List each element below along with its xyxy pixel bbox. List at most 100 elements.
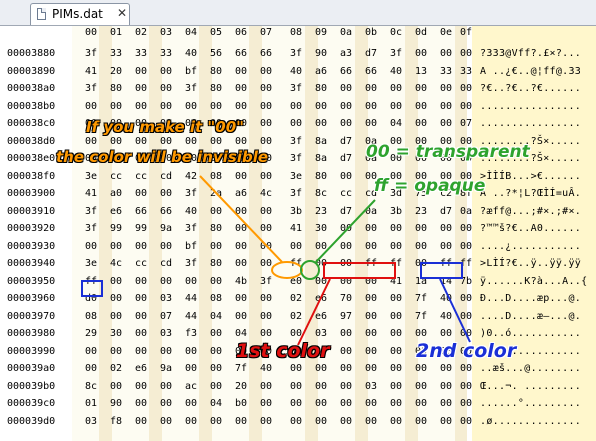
hex-byte[interactable]: 00 [290, 328, 306, 339]
hex-byte[interactable]: 00 [135, 381, 151, 392]
hex-byte[interactable]: 3f [260, 276, 276, 287]
hex-byte[interactable]: 00 [210, 101, 226, 112]
hex-byte[interactable]: ff [460, 258, 476, 269]
hex-byte[interactable]: 4b [235, 276, 251, 287]
hex-byte[interactable]: 02 [110, 363, 126, 374]
hex-byte[interactable]: 7f [415, 311, 431, 322]
hex-byte[interactable]: 3f [290, 48, 306, 59]
hex-byte[interactable]: 00 [415, 83, 431, 94]
hex-byte[interactable]: 3f [185, 83, 201, 94]
hex-byte[interactable]: 03 [160, 293, 176, 304]
hex-byte[interactable]: 00 [340, 363, 356, 374]
hex-byte[interactable]: 00 [365, 83, 381, 94]
hex-byte[interactable]: 00 [235, 223, 251, 234]
hex-byte[interactable]: 00 [415, 381, 431, 392]
hex-byte[interactable]: 3f [85, 223, 101, 234]
hex-byte[interactable]: ff [365, 258, 381, 269]
hex-byte[interactable]: 00 [460, 363, 476, 374]
hex-byte[interactable]: 41 [390, 276, 406, 287]
hex-byte[interactable]: 00 [235, 311, 251, 322]
hex-byte[interactable]: cd [160, 171, 176, 182]
hex-byte[interactable]: 00 [260, 206, 276, 217]
hex-byte[interactable]: 00 [460, 48, 476, 59]
hex-byte[interactable]: 80 [210, 66, 226, 77]
hex-byte[interactable]: 20 [110, 66, 126, 77]
hex-row[interactable]: 00003960 d0 00 00 03 44 08 00 00 02 e6 70 00 00 7f 40 00… [0, 291, 596, 308]
hex-row[interactable]: 000038b0 00 00 00 00 00 00 00 00 00 00 00 00 00 00 00 00… [0, 99, 596, 116]
close-icon[interactable]: ✕ [117, 6, 127, 20]
hex-byte[interactable]: 3e [85, 171, 101, 182]
hex-row[interactable]: 000039a0 00 02 e6 9a 00 00 7f 40 00 00 00 00 00 00 00 00… [0, 361, 596, 378]
hex-byte[interactable]: 04 [210, 398, 226, 409]
hex-byte[interactable]: 04 [210, 311, 226, 322]
hex-byte[interactable]: 00 [260, 416, 276, 427]
hex-byte[interactable]: 00 [365, 363, 381, 374]
hex-byte[interactable]: a0 [110, 188, 126, 199]
hex-byte[interactable]: 00 [235, 416, 251, 427]
hex-byte[interactable]: 00 [390, 398, 406, 409]
hex-byte[interactable]: 0a [365, 206, 381, 217]
hex-byte[interactable]: 00 [440, 381, 456, 392]
hex-editor[interactable]: 00 01 02 03 04 05 06 07 08 09 0a 0b 0c 0d 0e 0f 0000388… [0, 26, 596, 441]
hex-byte[interactable]: 66 [235, 48, 251, 59]
hex-byte[interactable]: 00 [460, 223, 476, 234]
hex-byte[interactable]: 3f [185, 223, 201, 234]
hex-byte[interactable]: 00 [85, 136, 101, 147]
hex-byte[interactable]: 97 [340, 311, 356, 322]
hex-byte[interactable]: 00 [290, 363, 306, 374]
hex-byte[interactable]: 3f [390, 48, 406, 59]
hex-byte[interactable]: 00 [110, 346, 126, 357]
hex-byte[interactable]: 66 [365, 66, 381, 77]
hex-byte[interactable]: 00 [185, 346, 201, 357]
hex-byte[interactable]: 1a [415, 276, 431, 287]
hex-byte[interactable]: a6 [315, 66, 331, 77]
hex-byte[interactable]: 00 [340, 223, 356, 234]
hex-byte[interactable]: 00 [135, 293, 151, 304]
hex-row[interactable]: 00003940 3e 4c cc cd 3f 80 00 00 ff 00 00 ff ff 00 ff ff… [0, 256, 596, 273]
hex-row[interactable]: 000038f0 3e cc cc cd 42 08 00 00 3e 80 00 00 00 00 00 00… [0, 169, 596, 186]
hex-byte[interactable]: 40 [440, 293, 456, 304]
hex-byte[interactable]: 00 [315, 363, 331, 374]
hex-byte[interactable]: 9a [160, 363, 176, 374]
hex-byte[interactable]: 03 [315, 328, 331, 339]
hex-byte[interactable]: 00 [340, 381, 356, 392]
hex-byte[interactable]: 00 [415, 258, 431, 269]
hex-byte[interactable]: 14 [440, 276, 456, 287]
hex-byte[interactable]: 00 [260, 398, 276, 409]
hex-byte[interactable]: 00 [210, 363, 226, 374]
hex-byte[interactable]: bf [185, 241, 201, 252]
hex-byte[interactable]: 00 [390, 381, 406, 392]
hex-byte[interactable]: 42 [185, 171, 201, 182]
hex-byte[interactable]: 23 [315, 206, 331, 217]
hex-byte[interactable]: e6 [315, 311, 331, 322]
hex-byte[interactable]: 4c [110, 258, 126, 269]
hex-byte[interactable]: 9a [160, 223, 176, 234]
hex-byte[interactable]: 66 [160, 206, 176, 217]
hex-byte[interactable]: 00 [210, 206, 226, 217]
hex-byte[interactable]: 00 [110, 293, 126, 304]
hex-byte[interactable]: 00 [290, 381, 306, 392]
hex-byte[interactable]: 0a [460, 206, 476, 217]
hex-byte[interactable]: 23 [415, 206, 431, 217]
hex-byte[interactable]: 33 [110, 48, 126, 59]
hex-byte[interactable]: 00 [160, 276, 176, 287]
hex-byte[interactable]: 80 [210, 223, 226, 234]
hex-byte[interactable]: 08 [210, 293, 226, 304]
hex-byte[interactable]: 00 [440, 416, 456, 427]
hex-byte[interactable]: cd [160, 258, 176, 269]
hex-byte[interactable]: 00 [110, 276, 126, 287]
hex-byte[interactable]: 00 [85, 101, 101, 112]
hex-byte[interactable]: 00 [390, 363, 406, 374]
hex-byte[interactable]: 00 [260, 381, 276, 392]
hex-byte[interactable]: d7 [340, 136, 356, 147]
hex-byte[interactable]: b0 [235, 398, 251, 409]
hex-byte[interactable]: 00 [160, 83, 176, 94]
hex-byte[interactable]: ff [390, 258, 406, 269]
hex-byte[interactable]: 90 [315, 48, 331, 59]
hex-byte[interactable]: 3f [290, 188, 306, 199]
hex-byte[interactable]: 00 [260, 101, 276, 112]
hex-byte[interactable]: 00 [85, 241, 101, 252]
hex-byte[interactable]: 00 [290, 398, 306, 409]
hex-byte[interactable]: 00 [390, 101, 406, 112]
hex-byte[interactable]: 00 [110, 381, 126, 392]
